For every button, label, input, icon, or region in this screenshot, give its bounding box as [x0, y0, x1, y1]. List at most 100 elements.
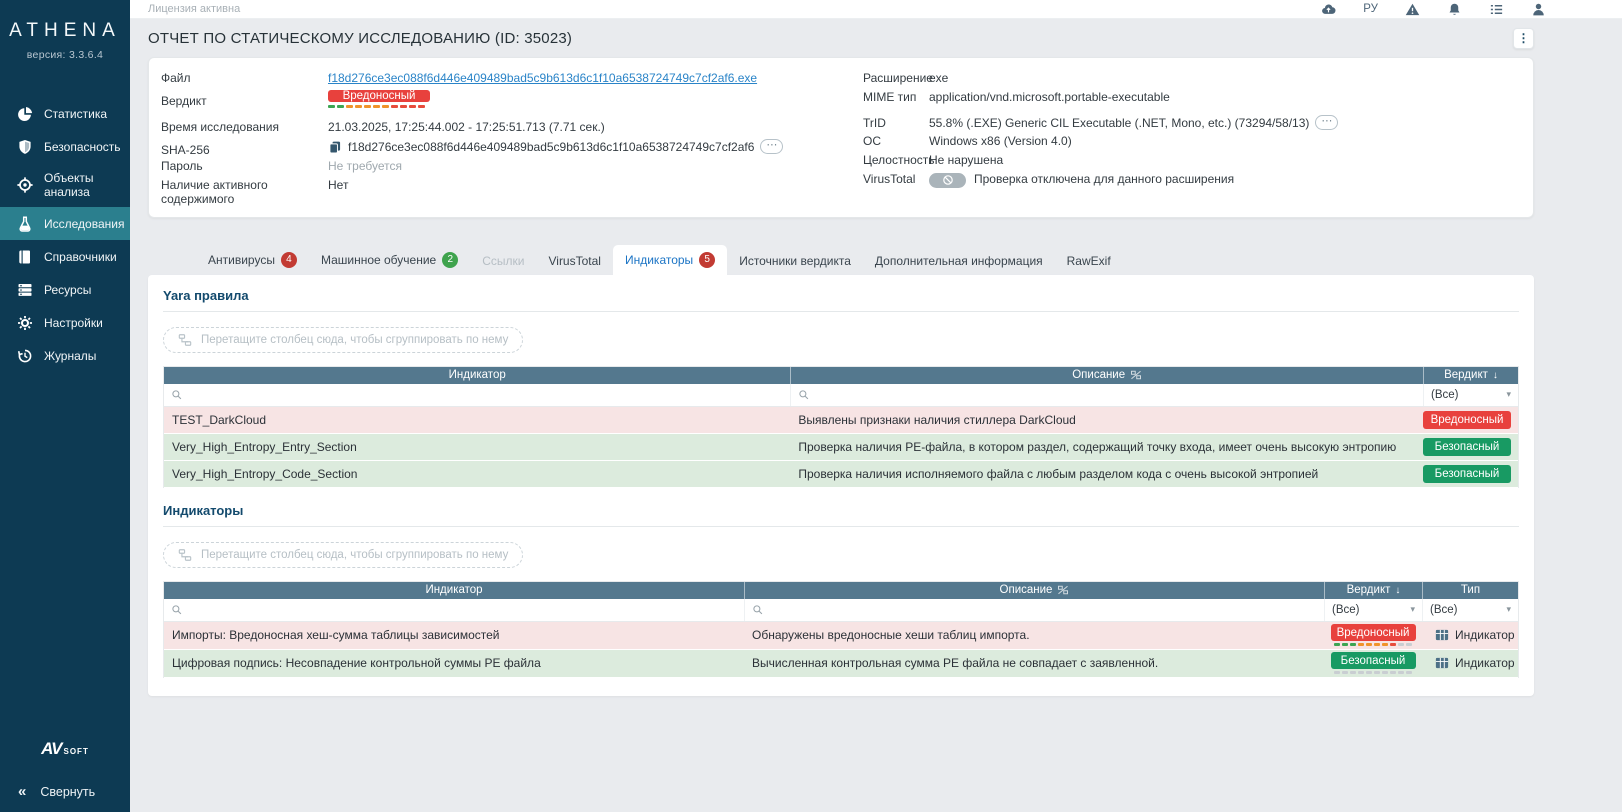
tab-rawexif[interactable]: RawExif — [1055, 247, 1123, 275]
tab-machine-learning[interactable]: Машинное обучение 2 — [309, 245, 470, 275]
type-cell: Индикатор — [1422, 656, 1518, 670]
filter-all-option: (Все) — [1431, 389, 1458, 401]
file-link[interactable]: f18d276ce3ec088f6d446e409489bad5c9b613d6… — [328, 71, 819, 85]
tab-additional-info[interactable]: Дополнительная информация — [863, 247, 1055, 275]
yara-col-description[interactable]: Описание — [790, 367, 1423, 384]
verdict-badge: Вредоносный — [1331, 624, 1416, 641]
tab-label: Источники вердикта — [739, 254, 851, 268]
indicators-row-0[interactable]: Импорты: Вредоносная хеш-сумма таблицы з… — [164, 622, 1518, 650]
indicators-section-title: Индикаторы — [163, 503, 1519, 527]
kebab-menu-button[interactable]: ⋮ — [1513, 28, 1534, 49]
info-row-verdict: Вердикт Вредоносный — [161, 89, 819, 119]
verdict-badge: Безопасный — [1423, 465, 1511, 483]
indicators-col-verdict[interactable]: Вердикт ↓ — [1324, 582, 1422, 599]
info-row-file: Файл f18d276ce3ec088f6d446e409489bad5c9b… — [161, 70, 819, 89]
password-value: Не требуется — [328, 159, 819, 173]
user-icon[interactable] — [1531, 2, 1546, 17]
yara-indicator-cell: Very_High_Entropy_Entry_Section — [164, 440, 790, 454]
chevron-down-icon: ▾ — [1410, 604, 1415, 615]
info-row-mime: MIME тип application/vnd.microsoft.porta… — [863, 89, 1521, 108]
indicators-col-description[interactable]: Описание — [744, 582, 1324, 599]
tab-label: Антивирусы — [208, 253, 275, 267]
athena-logo: ATHENA — [0, 20, 130, 42]
yara-row-1[interactable]: Very_High_Entropy_Entry_Section Проверка… — [164, 434, 1518, 461]
sidebar-item-label: Исследования — [44, 217, 124, 231]
indicators-group-by-dropzone[interactable]: Перетащите столбец сюда, чтобы сгруппиро… — [163, 542, 523, 568]
trid-value: 55.8% (.EXE) Generic CIL Executable (.NE… — [929, 116, 1309, 130]
tab-label: Индикаторы — [625, 253, 693, 267]
sort-desc-icon: ↓ — [1493, 370, 1498, 381]
indicators-panel: Yara правила Перетащите столбец сюда, чт… — [148, 275, 1534, 696]
search-icon — [171, 604, 183, 616]
sidebar-item-statistics[interactable]: Статистика — [0, 97, 130, 130]
main-area: Лицензия активна РУ ОТЧЕТ ПО СТАТИЧЕСКОМ… — [130, 0, 1622, 812]
sidebar-item-references[interactable]: Справочники — [0, 240, 130, 273]
no-group-icon — [1130, 369, 1142, 381]
tab-virustotal[interactable]: VirusTotal — [536, 247, 612, 275]
sidebar-item-label: Справочники — [44, 250, 117, 264]
indicators-row-1[interactable]: Цифровая подпись: Несовпадение контрольн… — [164, 650, 1518, 678]
copy-icon[interactable] — [328, 140, 342, 154]
sidebar-item-journals[interactable]: Журналы — [0, 339, 130, 372]
yara-section-title: Yara правила — [163, 288, 1519, 312]
indicators-filter-type-select[interactable]: (Все) ▾ — [1422, 599, 1518, 621]
file-info-card: Файл f18d276ce3ec088f6d446e409489bad5c9b… — [148, 57, 1534, 218]
sidebar-item-investigations[interactable]: Исследования — [0, 207, 130, 240]
history-icon — [17, 348, 33, 364]
trid-more-button[interactable]: ⋯ — [1315, 115, 1338, 130]
tab-verdict-sources[interactable]: Источники вердикта — [727, 247, 863, 275]
chevron-down-icon: ▾ — [1506, 389, 1511, 400]
yara-description-cell: Выявлены признаки наличия стиллера DarkC… — [790, 413, 1423, 427]
yara-row-0[interactable]: TEST_DarkCloud Выявлены признаки наличия… — [164, 407, 1518, 434]
task-list-icon[interactable] — [1489, 2, 1504, 17]
sidebar-item-security[interactable]: Безопасность — [0, 130, 130, 163]
trid-label: TrID — [863, 116, 929, 130]
yara-col-verdict[interactable]: Вердикт ↓ — [1423, 367, 1518, 384]
avsoft-logo: AV SOFT — [0, 739, 130, 759]
tab-antivirus[interactable]: Антивирусы 4 — [196, 245, 309, 275]
sidebar-item-settings[interactable]: Настройки — [0, 306, 130, 339]
yara-indicator-cell: TEST_DarkCloud — [164, 413, 790, 427]
indicators-filter-verdict-select[interactable]: (Все) ▾ — [1324, 599, 1422, 621]
description-cell: Обнаружены вредоносные хеши таблиц импор… — [744, 628, 1324, 642]
indicators-filter-description[interactable] — [744, 599, 1324, 621]
yara-filter-indicator[interactable] — [164, 384, 790, 406]
bell-icon[interactable] — [1447, 2, 1462, 17]
collapse-sidebar-button[interactable]: « Свернуть — [0, 775, 130, 812]
warning-triangle-icon[interactable] — [1405, 2, 1420, 17]
verdict-meter — [328, 105, 819, 108]
topbar-icons: РУ — [1321, 2, 1546, 17]
collapse-label: Свернуть — [40, 785, 95, 799]
tab-label: RawExif — [1067, 254, 1111, 268]
sidebar-item-resources[interactable]: Ресурсы — [0, 273, 130, 306]
indicators-col-indicator[interactable]: Индикатор — [164, 582, 744, 599]
yara-row-2[interactable]: Very_High_Entropy_Code_Section Проверка … — [164, 461, 1518, 488]
sidebar-nav: Статистика Безопасность Объекты анализа … — [0, 97, 130, 372]
password-label: Пароль — [161, 159, 328, 173]
sha256-more-button[interactable]: ⋯ — [760, 139, 783, 154]
tab-indicators[interactable]: Индикаторы 5 — [613, 245, 727, 275]
search-icon — [752, 604, 764, 616]
grid-table-icon — [1435, 628, 1449, 642]
indicators-filter-indicator[interactable] — [164, 599, 744, 621]
indicators-col-type[interactable]: Тип — [1422, 582, 1518, 599]
cloud-upload-icon[interactable] — [1321, 2, 1336, 17]
avsoft-logo-soft: SOFT — [64, 747, 89, 756]
yara-group-by-dropzone[interactable]: Перетащите столбец сюда, чтобы сгруппиро… — [163, 327, 523, 353]
mime-value: application/vnd.microsoft.portable-execu… — [929, 90, 1521, 104]
search-icon — [798, 389, 810, 401]
search-icon — [171, 389, 183, 401]
indicator-cell: Импорты: Вредоносная хеш-сумма таблицы з… — [164, 628, 744, 642]
sidebar-item-label: Настройки — [44, 316, 103, 330]
sidebar-item-analysis-objects[interactable]: Объекты анализа — [0, 163, 130, 207]
language-switch[interactable]: РУ — [1363, 3, 1378, 15]
verdict-label: Вердикт — [161, 90, 328, 108]
server-stack-icon — [17, 282, 33, 298]
integrity-label: Целостность — [863, 153, 929, 167]
info-row-sha256: SHA-256 f18d276ce3ec088f6d446e409489bad5… — [161, 138, 819, 158]
yara-filter-verdict-select[interactable]: (Все) ▾ — [1423, 384, 1518, 406]
avsoft-logo-av: AV — [41, 739, 61, 759]
yara-description-cell: Проверка наличия PE-файла, в котором раз… — [790, 440, 1423, 454]
yara-filter-description[interactable] — [790, 384, 1423, 406]
yara-col-indicator[interactable]: Индикатор — [164, 367, 790, 384]
